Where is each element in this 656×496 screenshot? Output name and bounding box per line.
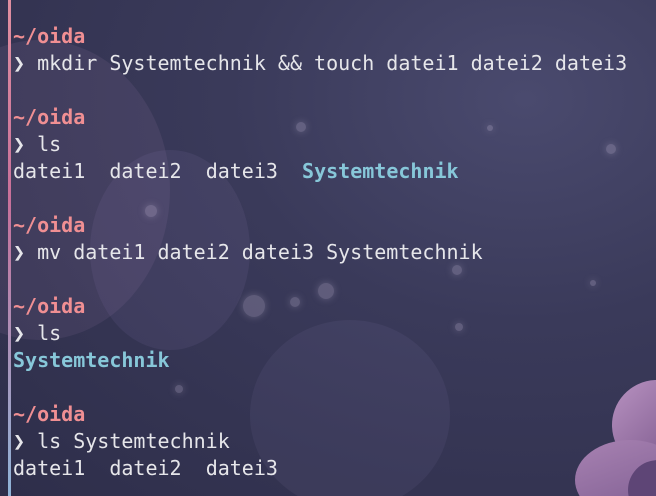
file-entry: datei1: [13, 159, 86, 183]
prompt-path-line: ~/oida: [13, 212, 656, 239]
command-line: ❯ ls: [13, 131, 656, 158]
file-entry: datei2: [109, 456, 182, 480]
prompt-arrow-icon: ❯: [13, 429, 26, 453]
command-line: ❯ mv datei1 datei2 datei3 Systemtechnik: [13, 239, 656, 266]
command-text: mv datei1 datei2 datei3 Systemtechnik: [37, 240, 483, 264]
file-entry: datei2: [109, 159, 182, 183]
command-text: mkdir Systemtechnik && touch datei1 date…: [37, 51, 628, 75]
command-text: ls: [37, 321, 62, 345]
output-line: Systemtechnik: [13, 347, 656, 374]
prompt-path: ~/oida: [13, 213, 86, 237]
terminal-output[interactable]: ~/oida ❯ mkdir Systemtechnik && touch dat…: [13, 23, 656, 482]
prompt-arrow-icon: ❯: [13, 240, 26, 264]
output-line: datei1 datei2 datei3 Systemtechnik: [13, 158, 656, 185]
prompt-path-line: ~/oida: [13, 401, 656, 428]
prompt-arrow-icon: ❯: [13, 51, 26, 75]
file-entry: datei1: [13, 456, 86, 480]
command-line: ❯ mkdir Systemtechnik && touch datei1 da…: [13, 50, 656, 77]
command-text: ls Systemtechnik: [37, 429, 230, 453]
file-entry: datei3: [205, 456, 278, 480]
file-entry: datei3: [205, 159, 278, 183]
window-edge: [8, 0, 11, 496]
prompt-arrow-icon: ❯: [13, 321, 26, 345]
prompt-arrow-icon: ❯: [13, 132, 26, 156]
output-line: datei1 datei2 datei3: [13, 455, 656, 482]
command-text: ls: [37, 132, 62, 156]
prompt-path: ~/oida: [13, 294, 86, 318]
prompt-path-line: ~/oida: [13, 104, 656, 131]
command-line: ❯ ls Systemtechnik: [13, 428, 656, 455]
prompt-path: ~/oida: [13, 105, 86, 129]
directory-entry: Systemtechnik: [302, 159, 459, 183]
prompt-path-line: ~/oida: [13, 23, 656, 50]
prompt-path: ~/oida: [13, 24, 86, 48]
command-line: ❯ ls: [13, 320, 656, 347]
directory-entry: Systemtechnik: [13, 348, 170, 372]
prompt-path: ~/oida: [13, 402, 86, 426]
prompt-path-line: ~/oida: [13, 293, 656, 320]
